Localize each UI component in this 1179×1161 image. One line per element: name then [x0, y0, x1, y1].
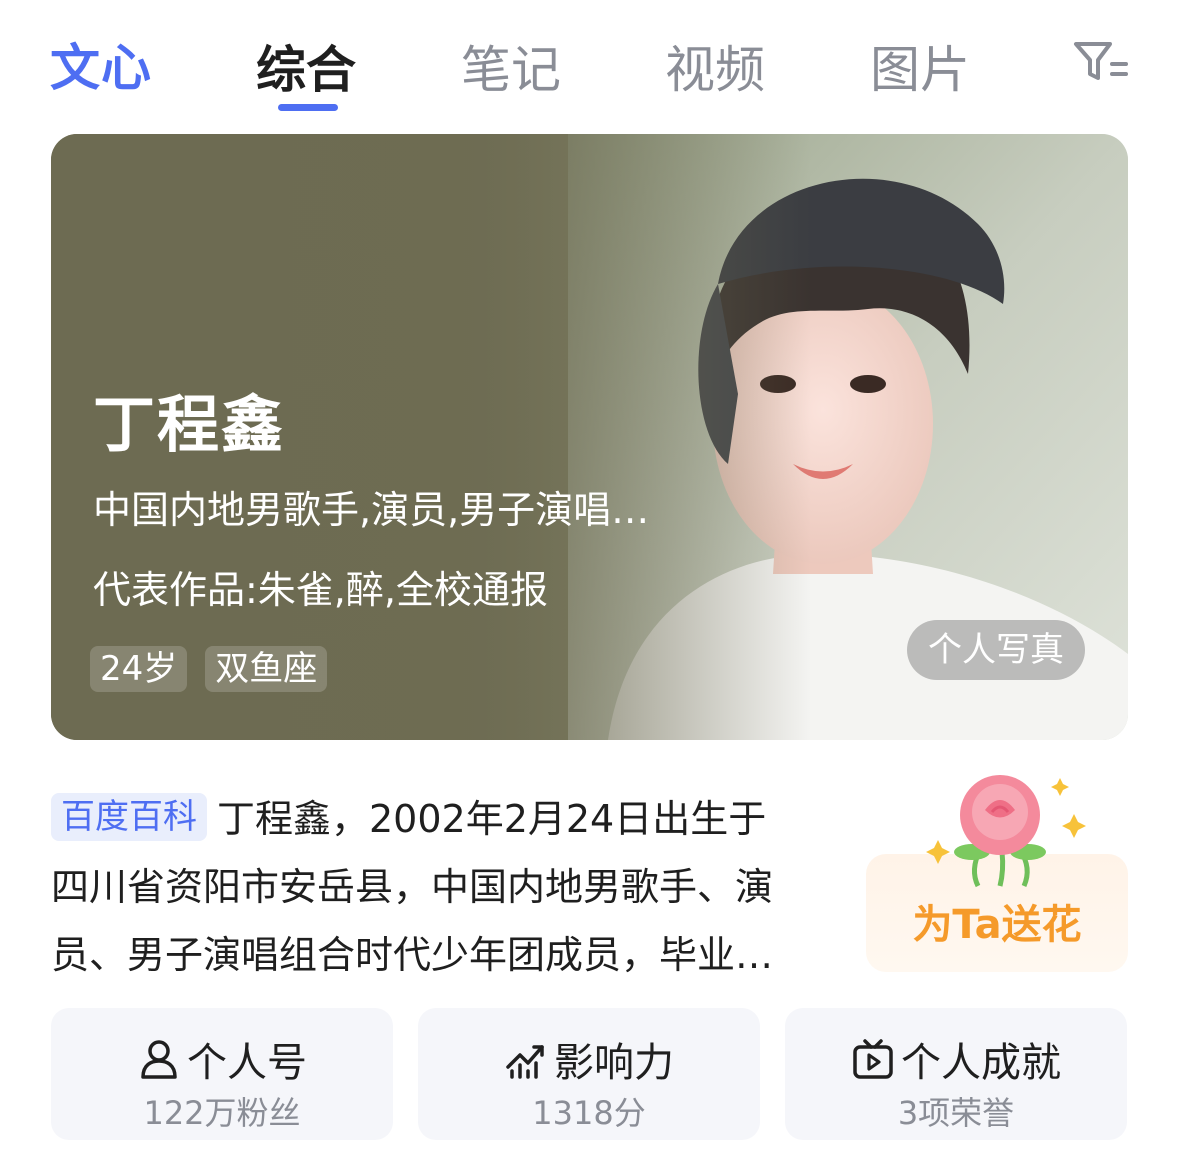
- influence-card[interactable]: 影响力 1318分: [418, 1008, 760, 1140]
- baike-line-3: 员、男子演唱组合时代少年团成员，毕业…: [51, 933, 774, 977]
- zodiac-tag: 双鱼座: [205, 646, 328, 692]
- person-icon: [141, 1040, 177, 1079]
- filter-icon: [1074, 42, 1128, 80]
- person-name: 丁程鑫: [93, 388, 286, 461]
- person-description: 中国内地男歌手,演员,男子演唱…: [93, 488, 650, 532]
- age-tag: 24岁: [90, 646, 188, 692]
- trend-chart-icon: [506, 1045, 544, 1079]
- personal-account-title: 个人号: [51, 1030, 393, 1088]
- achievements-title: 个人成就: [785, 1030, 1127, 1088]
- baike-summary[interactable]: 百度百科 丁程鑫，2002年2月24日出生于 四川省资阳市安岳县，中国内地男歌手、…: [51, 785, 851, 989]
- baike-line-1: 百度百科 丁程鑫，2002年2月24日出生于: [51, 785, 851, 853]
- personal-photos-button[interactable]: 个人写真: [907, 620, 1085, 680]
- rose-icon: [926, 775, 1086, 888]
- hero-card[interactable]: 丁程鑫 中国内地男歌手,演员,男子演唱… 代表作品:朱雀,醉,全校通报 24岁 …: [51, 134, 1128, 740]
- personal-account-card[interactable]: 个人号 122万粉丝: [51, 1008, 393, 1140]
- influence-title: 影响力: [418, 1030, 760, 1088]
- filter-button[interactable]: [1070, 36, 1130, 86]
- fans-count: 122万粉丝: [143, 1094, 301, 1132]
- tv-play-icon: [853, 1039, 893, 1079]
- honors-count: 3项荣誉: [897, 1094, 1015, 1132]
- hero-tags: 24岁 双鱼座: [90, 646, 328, 692]
- representative-works: 代表作品:朱雀,醉,全校通报: [93, 568, 548, 612]
- active-tab-indicator: [278, 104, 338, 111]
- achievements-label: 个人成就: [901, 1040, 1061, 1086]
- influence-score: 1318分: [532, 1094, 646, 1132]
- wenxin-logo-tab[interactable]: 文心: [50, 28, 152, 100]
- achievements-card[interactable]: 个人成就 3项荣誉: [785, 1008, 1127, 1140]
- send-flower-label: 为Ta送花: [912, 902, 1082, 948]
- tab-comprehensive[interactable]: 综合: [256, 30, 356, 102]
- baike-tag: 百度百科: [51, 793, 207, 841]
- influence-label: 影响力: [554, 1040, 674, 1086]
- tab-images[interactable]: 图片: [870, 30, 970, 102]
- baike-line-2: 四川省资阳市安岳县，中国内地男歌手、演: [51, 865, 774, 909]
- personal-account-label: 个人号: [187, 1040, 307, 1086]
- search-tabs: 文心 综合 笔记 视频 图片: [0, 0, 1179, 120]
- tab-video[interactable]: 视频: [665, 30, 765, 102]
- baike-text-1: 丁程鑫，2002年2月24日出生于: [217, 797, 767, 841]
- tab-notes[interactable]: 笔记: [461, 30, 561, 102]
